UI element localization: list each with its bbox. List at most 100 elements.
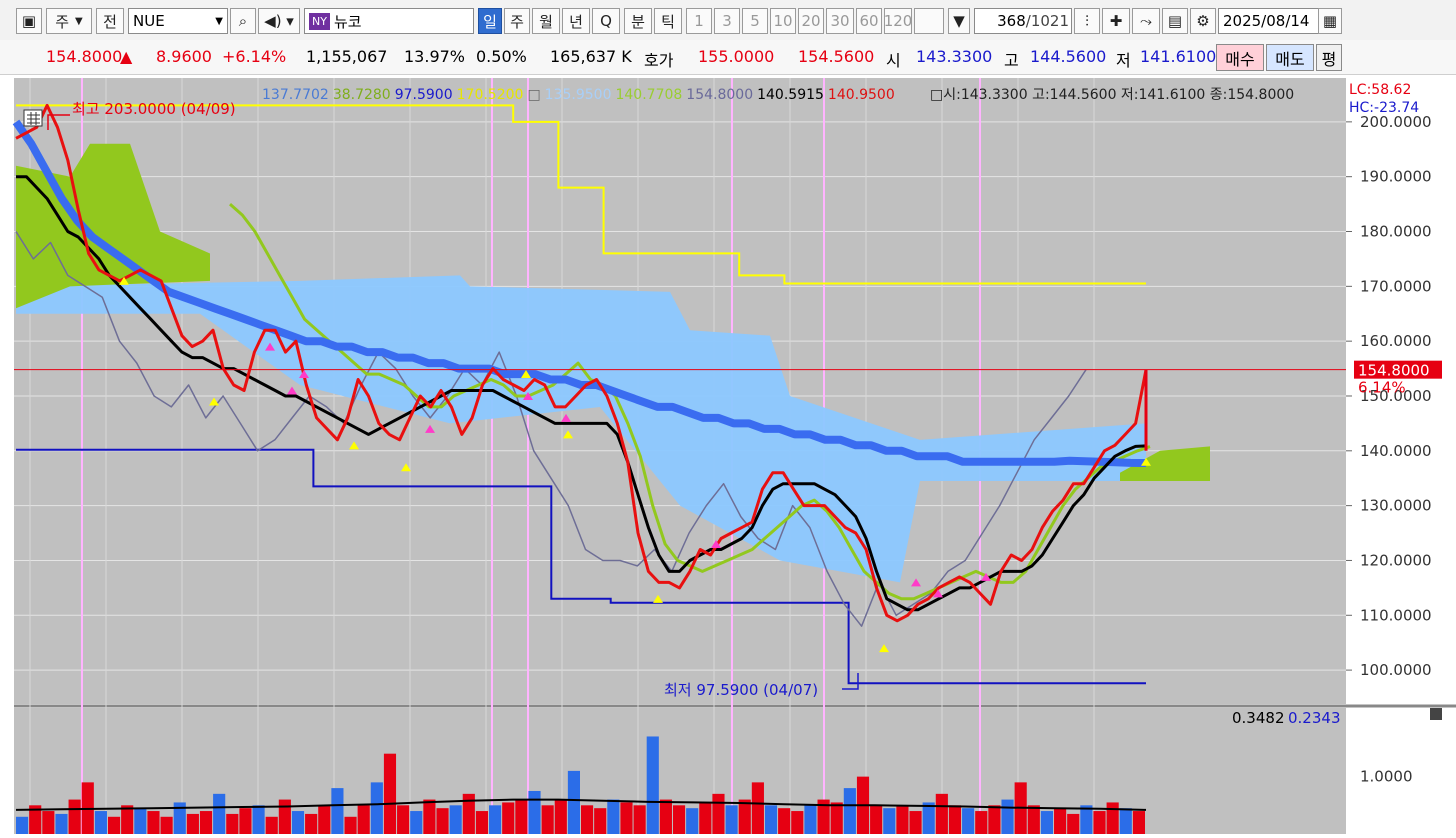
legend-value: 170.5200 (457, 87, 524, 103)
ticker-input[interactable]: NUE ▼ (128, 8, 228, 34)
y-tick-label: 130.0000 (1360, 497, 1432, 515)
volume-bar (830, 802, 843, 834)
volume-bar (449, 805, 462, 834)
volume-bar (370, 782, 383, 834)
high-label: 고 (1004, 51, 1019, 70)
y-tick-label: 120.0000 (1360, 551, 1432, 569)
volume-bar (383, 753, 397, 834)
ask-price: 155.0000 (698, 47, 775, 66)
close-panel-icon[interactable] (1430, 708, 1442, 720)
candle-icon[interactable]: ⫶ (1074, 8, 1100, 34)
volume-bar (646, 736, 659, 834)
volume-bar (265, 816, 278, 834)
interval-30[interactable]: 30 (826, 8, 854, 34)
tab-year[interactable]: 년 (562, 8, 590, 34)
volume-bar (1132, 811, 1145, 834)
volume-bar (1067, 813, 1080, 834)
period-dropdown[interactable]: 주 ▼ (46, 8, 92, 34)
sell-button[interactable]: 매도 (1266, 44, 1314, 71)
volume-bar (870, 805, 883, 834)
interval-custom[interactable] (914, 8, 944, 34)
price-change-pct: +6.14% (222, 47, 287, 66)
interval-120[interactable]: 120 (884, 8, 912, 34)
volume-bar (672, 805, 686, 834)
stock-name-field[interactable]: NY 뉴코 (304, 8, 474, 34)
volume-bar (160, 816, 173, 834)
volume-bar (134, 808, 147, 834)
legend-value: 140.7708 (615, 87, 682, 103)
chart-area: 200.0000 190.0000 180.0000 170.0000 160.0000… (0, 75, 1456, 834)
volume-bar (436, 808, 449, 834)
legend-value: □ (527, 87, 540, 103)
volume-bar (541, 805, 554, 834)
volume-bar (581, 805, 594, 834)
tab-month[interactable]: 월 (532, 8, 560, 34)
grid-icon[interactable] (23, 109, 43, 127)
ticker-value: NUE (133, 12, 165, 30)
tab-quarter[interactable]: Q (592, 8, 620, 34)
current-price-tag-label: 154.8000 (1358, 362, 1430, 380)
date-field[interactable]: 2025/08/14 (1218, 8, 1324, 34)
interval-1[interactable]: 1 (686, 8, 712, 34)
interval-5[interactable]: 5 (742, 8, 768, 34)
volume-bar (962, 808, 975, 834)
chevron-down-icon[interactable]: ▼ (215, 16, 223, 27)
count-total: /1021 (1025, 12, 1069, 30)
tab-tick[interactable]: 틱 (654, 8, 682, 34)
volume-bar (778, 808, 791, 834)
volume-bar (226, 813, 239, 834)
volume-bar (528, 790, 541, 834)
buy-button[interactable]: 매수 (1216, 44, 1264, 71)
y-tick-label: 180.0000 (1360, 223, 1432, 241)
legend-value: 140.9500 (828, 87, 895, 103)
volume-bar (278, 799, 291, 834)
prev-button[interactable]: 전 (96, 8, 124, 34)
legend-value: 135.9500 (545, 87, 612, 103)
volume-bar (988, 805, 1001, 834)
calendar-icon[interactable]: ▦ (1318, 8, 1342, 34)
speaker-icon[interactable]: ◀) ▾ (258, 8, 300, 34)
tab-week[interactable]: 주 (504, 8, 530, 34)
period-label: 주 (55, 12, 70, 31)
volume-bar (607, 799, 620, 834)
volume-bar (935, 793, 948, 834)
crosshair-icon[interactable]: ✚ (1102, 8, 1130, 34)
volume-bar (738, 799, 751, 834)
interval-60[interactable]: 60 (856, 8, 882, 34)
volume-bar (922, 802, 935, 834)
indicator-legend: 137.7702 38.7280 97.5900 170.5200 □ 135.9500 1… (262, 87, 895, 103)
search-icon[interactable]: ⌕ (230, 8, 256, 34)
volume-bar (16, 816, 29, 834)
price-change: 8.9600 (156, 47, 212, 66)
interval-3[interactable]: 3 (714, 8, 740, 34)
volume-bar (725, 805, 738, 834)
chevron-down-icon[interactable]: ▼ (948, 8, 970, 34)
save-icon[interactable]: ▤ (1162, 8, 1188, 34)
panel-toggle-icon[interactable]: ▣ (16, 8, 42, 34)
date-value: 2025/08/14 (1223, 12, 1310, 30)
gear-icon[interactable]: ⚙ (1190, 8, 1216, 34)
volume-bar (633, 805, 646, 834)
current-price: 154.8000 (46, 47, 123, 66)
high-annotation: 최고 203.0000 (04/09) (72, 100, 236, 118)
volume-bar (489, 805, 502, 834)
interval-10[interactable]: 10 (770, 8, 796, 34)
tab-day[interactable]: 일 (478, 8, 502, 34)
high-price: 144.5600 (1030, 47, 1107, 66)
avg-button[interactable]: 평 (1316, 44, 1342, 71)
volume-bar (423, 799, 436, 834)
volume-bar (186, 813, 199, 834)
trend-tool-icon[interactable]: ⤳ (1132, 8, 1160, 34)
volume-bar (213, 793, 226, 834)
stock-name: 뉴코 (333, 12, 362, 31)
legend-value: 137.7702 (262, 87, 329, 103)
count-field[interactable]: 368/1021 (974, 8, 1072, 34)
interval-20[interactable]: 20 (798, 8, 824, 34)
y-tick-label: 190.0000 (1360, 168, 1432, 186)
volume-bar (475, 811, 489, 834)
legend-value: 140.5915 (757, 87, 824, 103)
volume-bar (554, 799, 567, 834)
turnover-pct: 13.97% (404, 47, 466, 66)
tab-minute[interactable]: 분 (624, 8, 652, 34)
volume-bar (909, 811, 922, 834)
